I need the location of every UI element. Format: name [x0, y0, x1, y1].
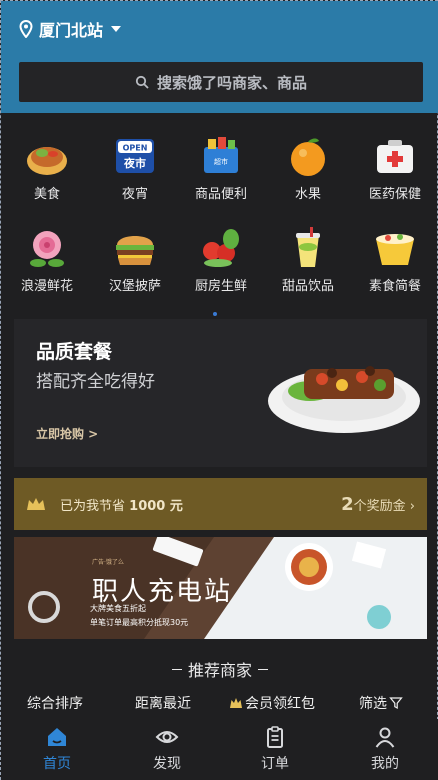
category-label: 浪漫鲜花: [20, 279, 73, 294]
quality-meal-promo-card[interactable]: 品质套餐 搭配齐全吃得好 立即抢购 >: [14, 319, 427, 467]
category-simple-meal[interactable]: 素食简餐: [351, 217, 438, 297]
savings-amount: 1000 元: [129, 498, 183, 514]
chevron-down-icon: [111, 26, 122, 32]
promo-subtitle: 搭配齐全吃得好: [36, 372, 155, 392]
category-label: 医药保健: [368, 187, 421, 202]
filter-icon: [389, 697, 403, 710]
filter-nearest[interactable]: 距离最近: [135, 693, 191, 713]
category-fruit[interactable]: 水果: [264, 125, 352, 205]
reward-label: 个奖励金: [353, 498, 406, 514]
category-label: 商品便利: [194, 187, 247, 202]
filter-comprehensive-sort[interactable]: 综合排序: [27, 693, 83, 713]
page-dot-active: [213, 312, 217, 316]
tab-label: 订单: [261, 756, 289, 772]
category-convenience[interactable]: 超市 商品便利: [177, 125, 265, 205]
crown-icon: [27, 498, 45, 510]
filter-label: 会员领红包: [245, 696, 315, 712]
tab-label: 首页: [43, 756, 71, 772]
category-fresh-produce[interactable]: 厨房生鲜: [177, 217, 265, 297]
banner-tag: 广告·饿了么: [92, 559, 124, 566]
banner-line-2: 单笔订单最高积分抵现30元: [90, 618, 189, 627]
search-placeholder: 搜索饿了吗商家、商品: [156, 73, 307, 92]
drink-icon: [296, 227, 320, 267]
savings-reward-bar[interactable]: 已为我节省 1000 元 2个奖励金 ›: [14, 478, 427, 530]
category-burger[interactable]: 汉堡披萨: [91, 217, 179, 297]
user-icon: [375, 727, 395, 748]
tab-label: 我的: [371, 756, 399, 772]
discover-icon: [155, 731, 179, 743]
crown-icon: [230, 698, 242, 708]
filter-label: 综合排序: [27, 696, 83, 712]
reward-count: 2: [341, 493, 354, 515]
promo-title: 品质套餐: [36, 341, 113, 363]
order-icon: [267, 726, 283, 748]
location-label: 厦门北站: [39, 21, 104, 40]
app-header: 厦门北站 搜索饿了吗商家、商品: [1, 1, 438, 113]
promo-banner[interactable]: 广告·饿了么 职人充电站 大牌美食五折起 单笔订单最高积分抵现30元: [14, 537, 427, 639]
medicine-icon: [377, 140, 413, 173]
search-bar[interactable]: 搜索饿了吗商家、商品: [19, 62, 423, 102]
convenience-store-icon: 超市: [204, 137, 238, 173]
burger-icon: [116, 236, 154, 265]
category-grid: 美食 OPEN 夜市 夜宵 超市 商品便利 水果 医药保健 浪漫鲜花 汉堡披萨 …: [1, 125, 438, 305]
home-icon: [48, 728, 66, 746]
tab-label: 发现: [153, 756, 181, 772]
simple-meal-icon: [376, 234, 414, 265]
location-selector[interactable]: 厦门北站: [19, 15, 122, 43]
category-label: 素食简餐: [368, 279, 421, 294]
chevron-right-icon: ›: [409, 498, 415, 514]
shop-filter-bar: 综合排序 距离最近 会员领红包 筛选: [1, 693, 438, 715]
tab-home[interactable]: 首页: [17, 725, 97, 773]
filter-member-red-packet[interactable]: 会员领红包: [229, 693, 315, 713]
category-label: 汉堡披萨: [108, 279, 161, 294]
category-medicine[interactable]: 医药保健: [351, 125, 438, 205]
filter-label: 筛选: [359, 696, 387, 712]
food-icon: [27, 147, 67, 175]
banner-line-1: 大牌美食五折起: [90, 604, 146, 613]
bottom-tab-bar: 首页 发现 订单 我的: [1, 719, 438, 780]
fruit-icon: [291, 138, 325, 176]
category-night-snack[interactable]: OPEN 夜市 夜宵: [91, 125, 179, 205]
carousel-page-indicator: [213, 301, 227, 316]
tab-profile[interactable]: 我的: [345, 725, 425, 773]
filter-label: 距离最近: [135, 696, 191, 712]
reward-counter[interactable]: 2个奖励金 ›: [341, 494, 415, 515]
category-label: 甜品饮品: [281, 279, 334, 294]
section-title: 推荐商家: [187, 661, 252, 680]
night-snack-icon: OPEN 夜市: [116, 139, 154, 173]
category-label: 水果: [294, 187, 321, 202]
divider-left: [171, 668, 182, 670]
recommended-shops-heading: 推荐商家: [1, 657, 438, 681]
search-icon: [135, 75, 149, 89]
category-flower[interactable]: 浪漫鲜花: [3, 217, 91, 297]
flower-icon: [30, 231, 64, 267]
open-sign-text: OPEN: [123, 144, 148, 153]
category-food[interactable]: 美食: [3, 125, 91, 205]
location-pin-icon: [19, 20, 33, 38]
supermarket-badge-text: 超市: [214, 157, 228, 166]
tab-discover[interactable]: 发现: [127, 725, 207, 773]
filter-button[interactable]: 筛选: [359, 693, 403, 713]
category-label: 美食: [33, 187, 60, 202]
skewer-dish-image: [268, 366, 420, 433]
savings-text: 已为我节省 1000 元: [60, 495, 183, 514]
category-label: 夜宵: [121, 187, 148, 202]
promo-buy-now-link[interactable]: 立即抢购 >: [36, 425, 98, 442]
savings-prefix: 已为我节省: [60, 498, 126, 514]
category-label: 厨房生鲜: [194, 279, 247, 294]
divider-right: [258, 668, 268, 670]
tab-orders[interactable]: 订单: [235, 725, 315, 773]
category-drink[interactable]: 甜品饮品: [264, 217, 352, 297]
night-market-sign-text: 夜市: [123, 156, 146, 170]
fresh-produce-icon: [203, 229, 239, 267]
